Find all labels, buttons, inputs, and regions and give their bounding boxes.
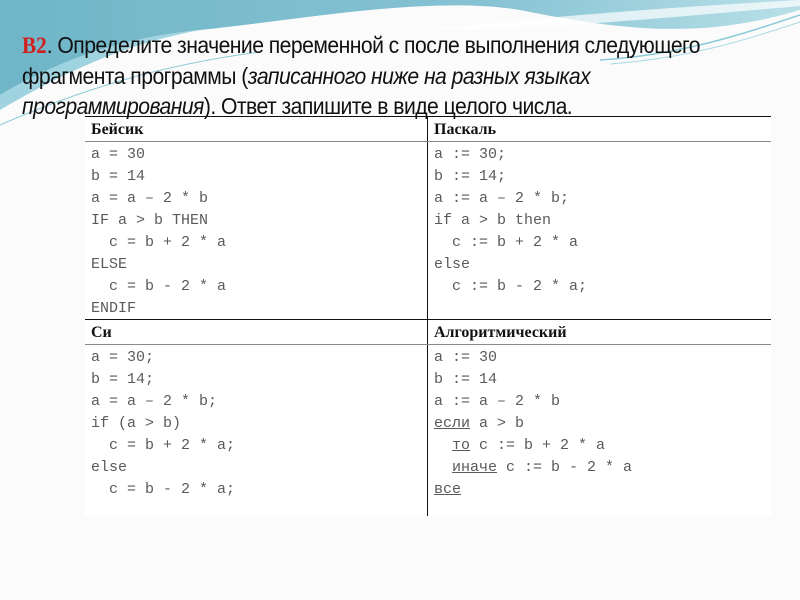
code-line: a := a – 2 * b;: [434, 190, 570, 207]
code-line: b := 14: [434, 369, 771, 391]
code-text: b := 14: [434, 371, 498, 388]
code-text: a := 30: [434, 349, 498, 366]
code-line: c = b + 2 * a;: [91, 437, 236, 454]
code-line: c := b - 2 * a;: [434, 278, 588, 295]
keyword-to: то: [452, 437, 471, 454]
code-line: a = 30;: [91, 349, 155, 366]
code-line: a := 30: [434, 347, 771, 369]
task-text-end: ). Ответ запишите в виде целого числа.: [203, 93, 573, 119]
code-line: a := a – 2 * b: [434, 391, 771, 413]
code-line: if a > b then: [434, 212, 552, 229]
code-line: иначе c := b - 2 * a: [434, 457, 771, 479]
keyword-inache: иначе: [452, 459, 498, 476]
code-c: a = 30; b = 14; a = a – 2 * b; if (a > b…: [85, 345, 428, 501]
code-line: a = a – 2 * b;: [91, 393, 218, 410]
code-line: else: [434, 256, 471, 273]
code-line: c = b + 2 * a: [91, 234, 227, 251]
code-line: b = 14;: [91, 371, 155, 388]
cell-algorithmic: Алгоритмический a := 30 b := 14 a := a –…: [428, 320, 771, 501]
code-line: c := b + 2 * a: [434, 234, 579, 251]
code-line: ELSE: [91, 256, 128, 273]
code-text: a := a – 2 * b: [434, 393, 561, 410]
code-basic: a = 30 b = 14 a = a – 2 * b IF a > b THE…: [85, 142, 428, 320]
header-algorithmic: Алгоритмический: [428, 320, 771, 345]
code-comparison-table: Бейсик a = 30 b = 14 a = a – 2 * b IF a …: [85, 116, 771, 516]
code-line: else: [91, 459, 128, 476]
code-line: то c := b + 2 * a: [434, 435, 771, 457]
code-pascal: a := 30; b := 14; a := a – 2 * b; if a >…: [428, 142, 771, 298]
code-text: c := b - 2 * a: [497, 459, 633, 476]
code-line: a = a – 2 * b: [91, 190, 209, 207]
code-line: ENDIF: [91, 300, 137, 317]
code-line: a := 30;: [434, 146, 507, 163]
keyword-esli: если: [434, 415, 471, 432]
code-line: if (a > b): [91, 415, 182, 432]
task-label: В2: [22, 33, 47, 59]
task-title: В2. Определите значение переменной с пос…: [22, 30, 783, 121]
code-text: a > b: [470, 415, 525, 432]
header-c: Си: [85, 320, 428, 345]
code-line: IF a > b THEN: [91, 212, 209, 229]
code-line: c = b - 2 * a: [91, 278, 227, 295]
cell-basic: Бейсик a = 30 b = 14 a = a – 2 * b IF a …: [85, 117, 428, 320]
code-line: c = b - 2 * a;: [91, 481, 236, 498]
code-line: b := 14;: [434, 168, 507, 185]
code-line: b = 14: [91, 168, 146, 185]
code-line: a = 30: [91, 146, 146, 163]
code-text: c := b + 2 * a: [470, 437, 606, 454]
cell-c: Си a = 30; b = 14; a = a – 2 * b; if (a …: [85, 320, 428, 501]
cell-pascal: Паскаль a := 30; b := 14; a := a – 2 * b…: [428, 117, 771, 298]
keyword-vse: все: [434, 481, 462, 498]
code-line: если a > b: [434, 413, 771, 435]
code-line: все: [434, 479, 771, 501]
code-algorithmic: a := 30 b := 14 a := a – 2 * b если a > …: [428, 345, 771, 501]
